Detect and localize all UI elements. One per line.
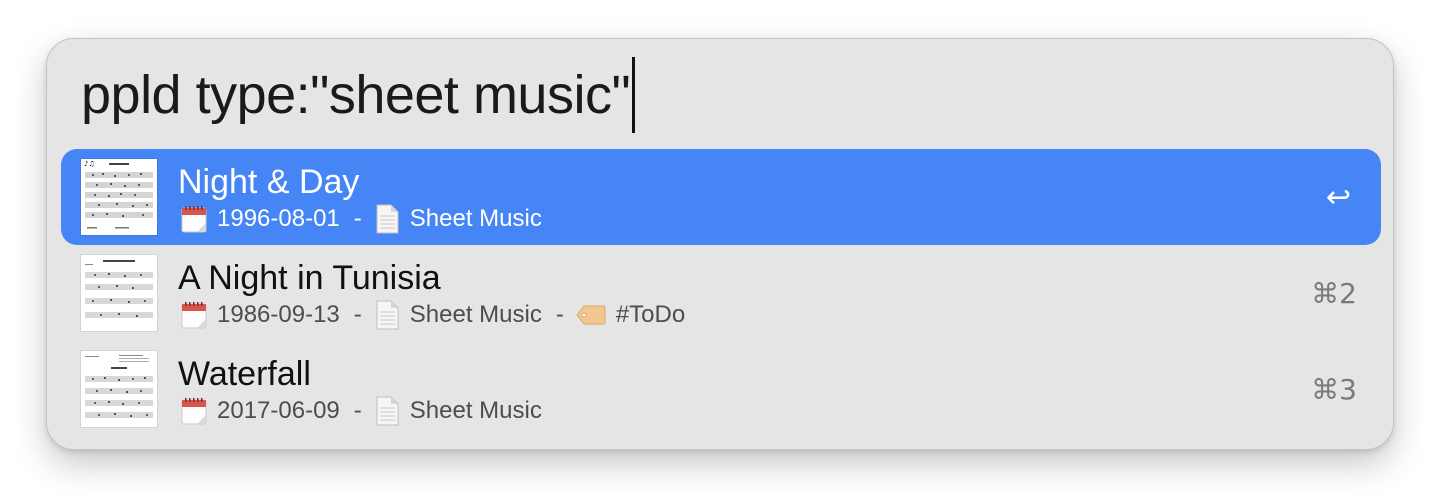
result-tag: #ToDo [615, 301, 686, 328]
calendar-icon [181, 205, 207, 233]
svg-text:♪♫: ♪♫ [84, 160, 95, 168]
result-row[interactable]: A Night in Tunisia 1986-09-13 - Sheet Mu… [61, 245, 1381, 341]
result-kind: Sheet Music [409, 301, 542, 328]
sheet-music-thumbnail [81, 255, 157, 331]
result-date: 1986-09-13 [217, 301, 340, 328]
tag-icon [576, 304, 606, 326]
document-icon [374, 204, 400, 234]
result-row[interactable]: Waterfall 2017-06-09 - Sheet Music ⌘3 [61, 341, 1381, 437]
result-kind: Sheet Music [409, 205, 542, 232]
result-date: 1996-08-01 [217, 205, 340, 232]
meta-separator: - [353, 397, 362, 424]
result-title: Night & Day [178, 163, 360, 201]
document-icon [374, 300, 400, 330]
document-icon [374, 396, 400, 426]
results-list: ♪♫ Night & Day 1996-08-01 - Sheet Music … [61, 149, 1381, 437]
meta-separator: - [555, 301, 564, 328]
text-caret [632, 57, 636, 133]
shortcut-label: ⌘2 [1311, 276, 1357, 310]
result-meta: 2017-06-09 - Sheet Music [181, 395, 542, 427]
result-meta: 1996-08-01 - Sheet Music [181, 203, 542, 235]
calendar-icon [181, 397, 207, 425]
return-key-icon: ↩ [1325, 179, 1351, 215]
result-title: A Night in Tunisia [178, 259, 441, 297]
launcher-window: ppld type:"sheet music" ♪♫ Night & Day 1… [46, 38, 1394, 450]
search-input[interactable]: ppld type:"sheet music" [81, 59, 631, 131]
result-meta: 1986-09-13 - Sheet Music - #ToDo [181, 299, 685, 331]
meta-separator: - [353, 205, 362, 232]
shortcut-label: ⌘3 [1311, 372, 1357, 406]
meta-separator: - [353, 301, 362, 328]
sheet-music-thumbnail [81, 351, 157, 427]
result-row[interactable]: ♪♫ Night & Day 1996-08-01 - Sheet Music … [61, 149, 1381, 245]
result-kind: Sheet Music [409, 397, 542, 424]
search-field[interactable]: ppld type:"sheet music" [81, 57, 636, 133]
result-date: 2017-06-09 [217, 397, 340, 424]
result-title: Waterfall [178, 355, 311, 393]
sheet-music-thumbnail: ♪♫ [81, 159, 157, 235]
calendar-icon [181, 301, 207, 329]
